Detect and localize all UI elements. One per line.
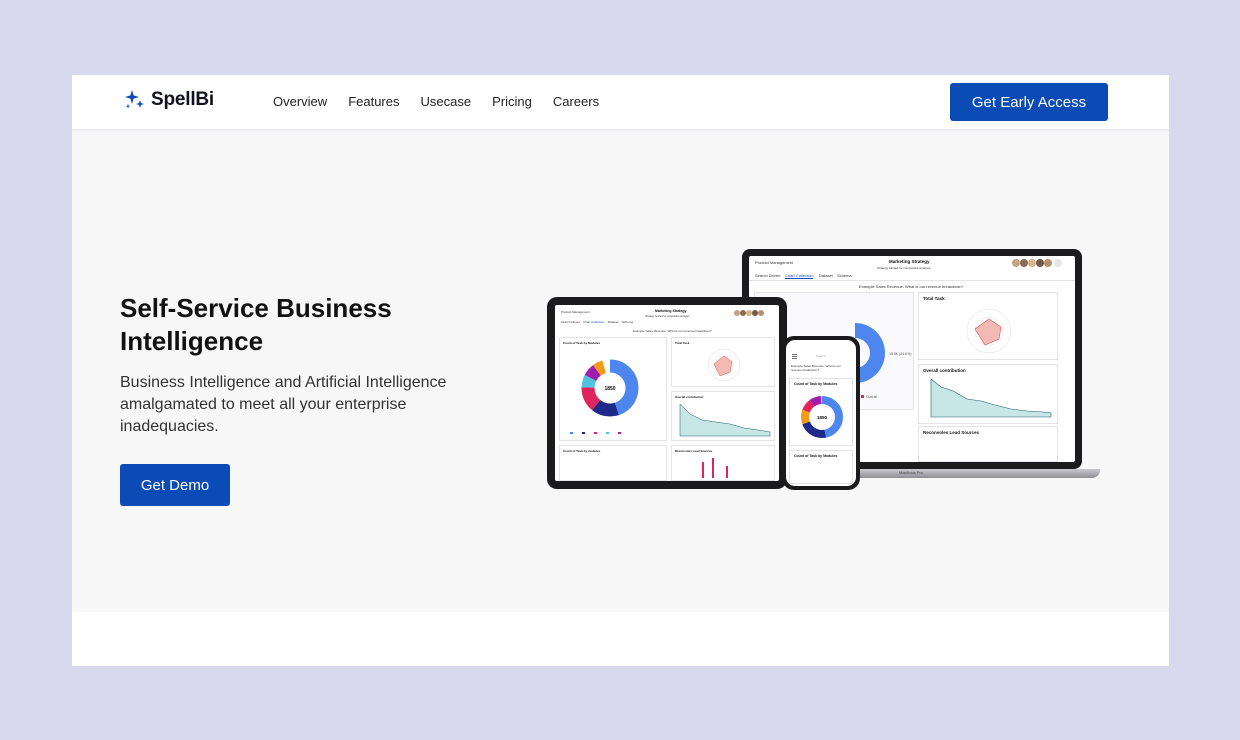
nav-links: Overview Features Usecase Pricing Career… bbox=[273, 94, 620, 109]
tablet-card-radar: Total Task bbox=[671, 337, 775, 387]
laptop-card-title-1: Overall contribution bbox=[923, 368, 966, 373]
radar-chart-icon bbox=[707, 348, 741, 382]
device-mockups-image: Product Management Marketing Strategy St… bbox=[542, 240, 1102, 500]
hero-title: Self-Service Business Intelligence bbox=[120, 293, 392, 356]
tablet-tab-0: Search Driven bbox=[561, 320, 581, 324]
laptop-title: Marketing Strategy bbox=[889, 259, 930, 264]
avatar-group-icon bbox=[734, 310, 764, 316]
laptop-card-radar: Total Task bbox=[918, 292, 1058, 360]
laptop-tab-1: Chart Collection bbox=[785, 273, 814, 279]
laptop-breadcrumb: Product Management bbox=[755, 260, 794, 265]
laptop-tab-0: Search Driven bbox=[755, 273, 781, 278]
tablet-screen: Product Management Marketing Strategy St… bbox=[555, 305, 779, 481]
svg-text:15.5K (44.6%): 15.5K (44.6%) bbox=[889, 352, 911, 356]
laptop-card-lead: Reconsoles Lead Sources bbox=[918, 426, 1058, 462]
donut-chart-icon: 1850 bbox=[801, 396, 843, 438]
tablet-card-title-1: Total Task bbox=[675, 341, 690, 345]
tablet-card-modules: Count of Task by modules bbox=[559, 445, 667, 481]
tablet-card-title-0: Count of Task by Modules bbox=[563, 341, 601, 345]
phone-mockup: Search Example Sales Revenue: What is ou… bbox=[782, 336, 860, 490]
divider bbox=[749, 280, 1075, 281]
laptop-tab-3: Schema bbox=[837, 273, 852, 278]
radar-chart-icon bbox=[966, 308, 1012, 354]
area-chart-icon bbox=[679, 403, 771, 437]
nav-link-features[interactable]: Features bbox=[348, 94, 399, 109]
tablet-subtitle: Strategy funded for competitive analysis bbox=[645, 315, 690, 318]
tablet-tab-1: Chart Collection bbox=[583, 320, 605, 324]
phone-donut-value: 1850 bbox=[817, 415, 828, 420]
nav-link-pricing[interactable]: Pricing bbox=[492, 94, 532, 109]
area-chart-icon bbox=[930, 378, 1052, 418]
menu-icon bbox=[792, 354, 797, 359]
tablet-query: Example Sales Revenue: What is our reven… bbox=[633, 329, 712, 333]
nav-link-careers[interactable]: Careers bbox=[553, 94, 599, 109]
sparkle-icon bbox=[125, 90, 144, 109]
laptop-tab-2: Dataset bbox=[819, 273, 833, 278]
tablet-tab-3: Schema bbox=[622, 320, 634, 324]
tablet-card-title-3: Count of Task by modules bbox=[563, 449, 601, 453]
phone-card-title: Count of Task by Modules bbox=[794, 382, 838, 386]
tablet-card-area: Overall contribution bbox=[671, 391, 775, 441]
laptop-subtitle: Strategy funded for competitive analysis bbox=[877, 266, 931, 270]
brand-name: SpellBi bbox=[151, 89, 215, 110]
hero-section: Self-Service Business Intelligence Busin… bbox=[72, 130, 1169, 612]
phone-card-title-2: Count of Task by Modules bbox=[794, 454, 838, 458]
laptop-card-title-0: Total Task bbox=[923, 296, 945, 301]
donut-chart-icon: 1850 bbox=[570, 359, 639, 434]
hero-subtitle: Business Intelligence and Artificial Int… bbox=[120, 374, 447, 435]
tablet-card-title-4: Reconsoles Lead Sources bbox=[675, 449, 713, 453]
phone-search: Search bbox=[816, 354, 826, 358]
phone-query: Example Sales Revenue: What is our reven… bbox=[791, 364, 841, 372]
laptop-card-area: Overall contribution bbox=[918, 364, 1058, 424]
next-section bbox=[72, 612, 1169, 666]
tablet-donut-value: 1850 bbox=[604, 386, 615, 392]
tablet-card-lead: Reconsoles Lead Sources bbox=[671, 445, 775, 481]
phone-card-donut: Count of Task by Modules 1850 bbox=[789, 378, 853, 446]
phone-card-modules: Count of Task by Modules bbox=[789, 450, 853, 484]
browser-viewport: SpellBi Overview Features Usecase Pricin… bbox=[72, 75, 1169, 666]
laptop-card-title-2: Reconsoles Lead Sources bbox=[923, 430, 980, 435]
tablet-mockup: Product Management Marketing Strategy St… bbox=[547, 297, 787, 489]
avatar-group-icon bbox=[1012, 259, 1062, 267]
laptop-legend-overall: Overall bbox=[866, 395, 877, 399]
brand-logo[interactable]: SpellBi bbox=[124, 89, 214, 111]
get-early-access-button[interactable]: Get Early Access bbox=[950, 83, 1108, 121]
tablet-tab-2: Dataset bbox=[608, 320, 619, 324]
get-demo-button[interactable]: Get Demo bbox=[120, 464, 230, 506]
phone-screen: Search Example Sales Revenue: What is ou… bbox=[786, 340, 856, 486]
tablet-card-donut: Count of Task by Modules 1850 bbox=[559, 337, 667, 441]
tablet-breadcrumb: Product Management bbox=[561, 310, 590, 314]
nav-link-overview[interactable]: Overview bbox=[273, 94, 327, 109]
top-navbar: SpellBi Overview Features Usecase Pricin… bbox=[72, 75, 1169, 130]
tablet-card-title-2: Overall contribution bbox=[675, 395, 704, 399]
nav-link-usecase[interactable]: Usecase bbox=[421, 94, 472, 109]
laptop-query: Example Sales Revenue: What is our reven… bbox=[859, 284, 964, 289]
tablet-title: Marketing Strategy bbox=[655, 309, 687, 313]
